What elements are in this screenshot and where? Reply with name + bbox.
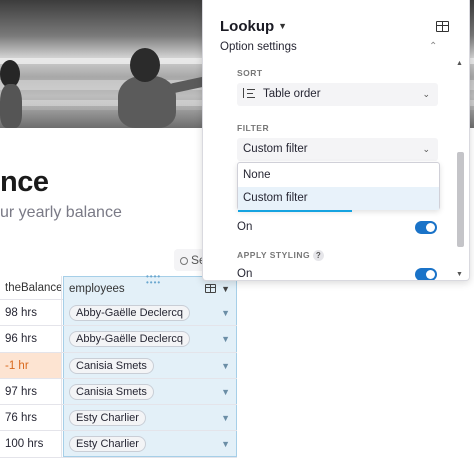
- sort-label: SORT: [237, 68, 263, 78]
- balance-table: theBalance employees ▼ •••• •••• 98 hrs A…: [0, 273, 237, 458]
- chevron-down-icon[interactable]: ▼: [221, 379, 230, 405]
- balance-cell[interactable]: 96 hrs: [0, 326, 62, 352]
- table-icon[interactable]: [436, 21, 449, 32]
- employee-cell[interactable]: Esty Charlier ▼: [63, 431, 237, 457]
- page-subtitle: ur yearly balance: [0, 204, 122, 221]
- chevron-down-icon[interactable]: ▼: [221, 431, 230, 457]
- table-header: theBalance employees ▼ •••• ••••: [0, 273, 237, 300]
- table-icon: [205, 284, 216, 293]
- chevron-down-icon: ⌄: [422, 89, 430, 99]
- chevron-down-icon: ▼: [278, 21, 288, 31]
- chevron-down-icon[interactable]: ▼: [221, 405, 230, 431]
- panel-title[interactable]: Lookup ▼: [220, 18, 287, 35]
- help-icon[interactable]: ?: [313, 250, 325, 261]
- chevron-down-icon: ⌄: [422, 144, 430, 154]
- section-header-option-settings[interactable]: Option settings: [220, 41, 297, 53]
- filter-dropdown-menu: None Custom filter: [237, 162, 440, 212]
- employee-cell[interactable]: Esty Charlier ▼: [63, 405, 237, 431]
- employee-chip: Esty Charlier: [69, 410, 146, 427]
- apply-styling-text: APPLY STYLING: [237, 250, 311, 260]
- balance-cell[interactable]: 97 hrs: [0, 378, 62, 405]
- scroll-down-icon[interactable]: ▼: [456, 271, 463, 278]
- hero-figure: [118, 76, 176, 128]
- filter-toggle-label: On: [237, 221, 253, 233]
- panel-scrollbar[interactable]: ▲ ▼: [456, 60, 465, 278]
- balance-cell[interactable]: 98 hrs: [0, 300, 62, 326]
- column-header-label: employees: [69, 283, 125, 295]
- sort-select-value: Table order: [263, 88, 321, 100]
- table-row[interactable]: -1 hr Canisia Smets ▼: [0, 352, 237, 379]
- employee-cell[interactable]: Abby-Gaëlle Declercq ▼: [63, 300, 237, 326]
- hero-figure: [0, 84, 22, 128]
- lookup-settings-panel: Lookup ▼ Option settings ⌃ SORT Table ord…: [202, 0, 470, 281]
- table-row[interactable]: 100 hrs Esty Charlier ▼: [0, 431, 237, 458]
- table-row[interactable]: 96 hrs Abby-Gaëlle Declercq ▼: [0, 326, 237, 353]
- balance-cell[interactable]: -1 hr: [0, 352, 62, 378]
- filter-select-value: Custom filter: [243, 143, 308, 155]
- filter-toggle[interactable]: [415, 221, 437, 234]
- search-icon: [180, 257, 188, 265]
- table-row[interactable]: 98 hrs Abby-Gaëlle Declercq ▼: [0, 300, 237, 327]
- chevron-down-icon[interactable]: ▼: [221, 326, 230, 352]
- employee-chip: Canisia Smets: [69, 383, 154, 400]
- chevron-up-icon[interactable]: ⌃: [429, 41, 437, 52]
- filter-option-custom[interactable]: Custom filter: [238, 187, 439, 210]
- table-row[interactable]: 76 hrs Esty Charlier ▼: [0, 405, 237, 432]
- balance-cell[interactable]: 100 hrs: [0, 431, 62, 457]
- employee-chip: Esty Charlier: [69, 436, 146, 453]
- table-row[interactable]: 97 hrs Canisia Smets ▼: [0, 378, 237, 406]
- chevron-down-icon[interactable]: ▼: [221, 353, 230, 379]
- employee-chip: Abby-Gaëlle Declercq: [69, 305, 190, 321]
- sort-select[interactable]: Table order ⌄: [237, 83, 438, 106]
- balance-cell[interactable]: 76 hrs: [0, 405, 62, 431]
- scrollbar-thumb[interactable]: [457, 152, 464, 247]
- apply-styling-toggle[interactable]: [415, 268, 437, 280]
- scroll-up-icon[interactable]: ▲: [456, 60, 463, 67]
- page-title: nce: [0, 166, 49, 198]
- employee-chip: Canisia Smets: [69, 357, 154, 374]
- apply-styling-label: APPLY STYLING?: [237, 250, 325, 261]
- employee-cell[interactable]: Abby-Gaëlle Declercq ▼: [63, 326, 237, 352]
- hero-figure: [130, 48, 160, 82]
- apply-styling-toggle-label: On: [237, 268, 253, 280]
- sort-icon: [243, 88, 255, 99]
- scroll-indicator: [238, 210, 352, 212]
- chevron-down-icon[interactable]: ▼: [221, 300, 230, 326]
- drag-handle[interactable]: •••• ••••: [146, 273, 161, 287]
- filter-select[interactable]: Custom filter ⌄: [237, 138, 438, 161]
- panel-title-label: Lookup: [220, 18, 275, 35]
- filter-option-none[interactable]: None: [238, 164, 439, 187]
- employee-cell[interactable]: Canisia Smets ▼: [63, 352, 237, 379]
- filter-label: FILTER: [237, 123, 270, 133]
- column-header-balance[interactable]: theBalance: [0, 276, 62, 300]
- employee-cell[interactable]: Canisia Smets ▼: [63, 378, 237, 405]
- employee-chip: Abby-Gaëlle Declercq: [69, 331, 190, 348]
